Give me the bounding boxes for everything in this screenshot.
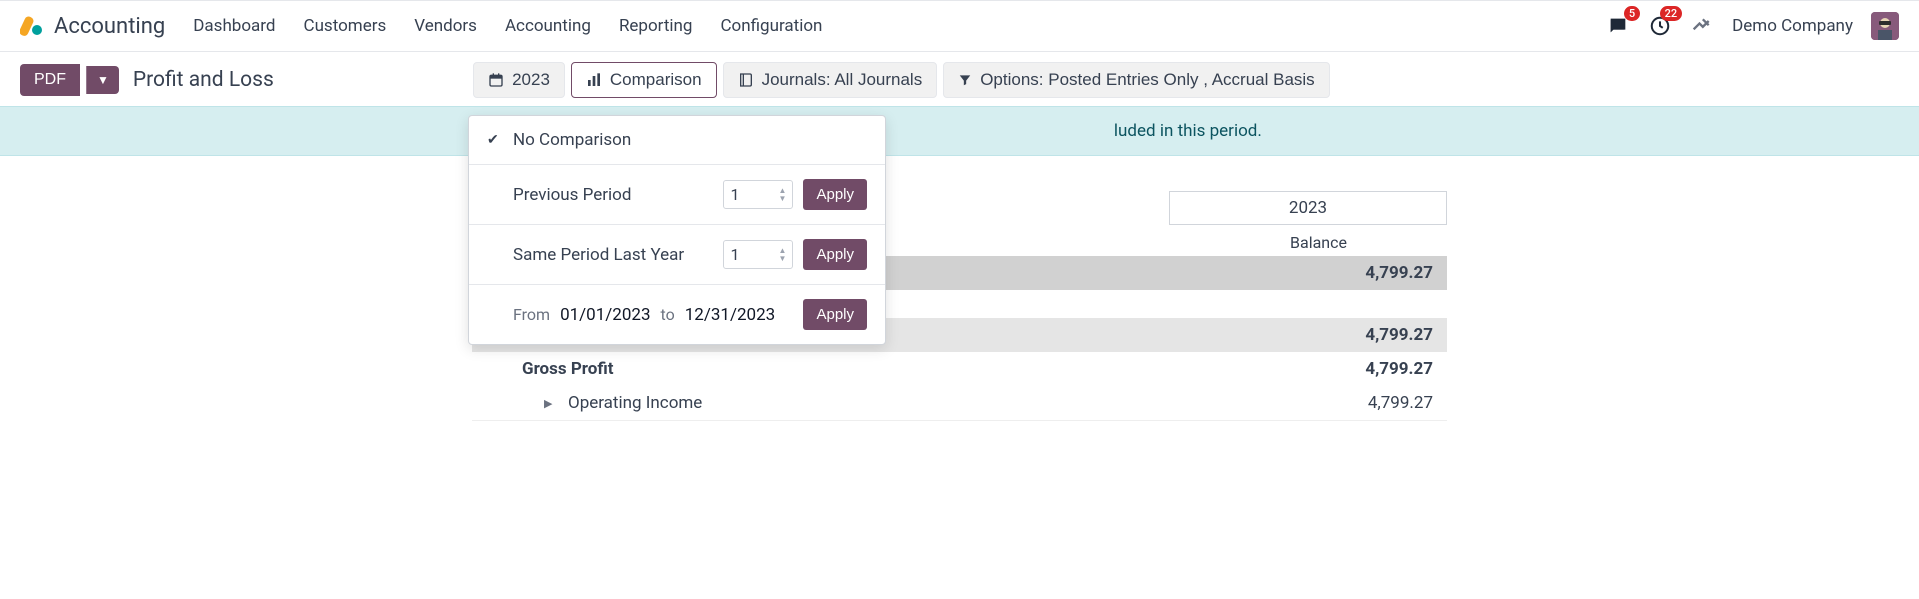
filter-group: 2023 Comparison Journals: All Journals O… [473,62,1330,98]
messages-badge: 5 [1624,6,1640,21]
same-period-input[interactable]: 1 ▲▼ [723,240,793,269]
app-logo-icon [20,14,44,38]
operating-income-label: Operating Income [568,393,702,413]
nav-vendors[interactable]: Vendors [414,16,477,36]
messages-button[interactable]: 5 [1606,14,1630,38]
pdf-caret-button[interactable]: ▼ [86,66,119,94]
check-icon: ✔ [487,132,503,148]
bar-chart-icon [586,72,602,88]
top-nav: Accounting Dashboard Customers Vendors A… [0,0,1919,52]
options-filter-label: Options: Posted Entries Only , Accrual B… [980,70,1314,90]
spinner-icon: ▲▼ [779,247,787,263]
comparison-filter-label: Comparison [610,70,702,90]
from-date-input[interactable]: 01/01/2023 [560,305,650,325]
gross-profit-label: Gross Profit [522,359,614,379]
page-title: Profit and Loss [133,68,274,92]
tools-icon[interactable] [1690,14,1714,38]
year-column-header: 2023 [1169,191,1447,225]
info-banner: padding padding padding padding padding … [0,106,1919,156]
gross-profit-amount: 4,799.27 [1365,359,1433,379]
nav-reporting[interactable]: Reporting [619,16,693,36]
year-filter-label: 2023 [512,70,550,90]
pdf-button[interactable]: PDF [20,64,80,96]
calendar-icon [488,72,504,88]
to-date-input[interactable]: 12/31/2023 [685,305,775,325]
year-filter-button[interactable]: 2023 [473,62,565,98]
company-name[interactable]: Demo Company [1732,16,1853,36]
nav-dashboard[interactable]: Dashboard [193,16,275,36]
activities-badge: 22 [1660,6,1683,21]
spinner-icon: ▲▼ [779,187,787,203]
previous-period-option: Previous Period 1 ▲▼ Apply [469,165,885,225]
caret-right-icon[interactable]: ▶ [544,397,558,410]
comparison-dropdown: ✔ No Comparison Previous Period 1 ▲▼ App… [468,115,886,345]
previous-period-label: Previous Period [513,185,713,205]
from-label: From [513,305,550,324]
journals-filter-button[interactable]: Journals: All Journals [723,62,938,98]
banner-fragment: luded in this period. [1114,121,1262,141]
comparison-filter-button[interactable]: Comparison [571,62,717,98]
nav-configuration[interactable]: Configuration [720,16,822,36]
custom-range-option: From 01/01/2023 to 12/31/2023 Apply [469,285,885,344]
previous-period-input[interactable]: 1 ▲▼ [723,180,793,209]
operating-income-amount: 4,799.27 [1368,393,1433,413]
same-period-option: Same Period Last Year 1 ▲▼ Apply [469,225,885,285]
apply-same-button[interactable]: Apply [803,239,867,270]
user-avatar[interactable] [1871,12,1899,40]
nav-customers[interactable]: Customers [304,16,387,36]
options-filter-button[interactable]: Options: Posted Entries Only , Accrual B… [943,62,1329,98]
book-icon [738,72,754,88]
same-period-label: Same Period Last Year [513,245,713,265]
activities-button[interactable]: 22 [1648,14,1672,38]
to-label: to [661,305,675,324]
no-comparison-label: No Comparison [513,130,867,150]
filter-icon [958,73,972,87]
apply-previous-button[interactable]: Apply [803,179,867,210]
net-profit-amount: 4,799.27 [1365,263,1433,283]
nav-accounting[interactable]: Accounting [505,16,591,36]
app-title: Accounting [54,14,165,39]
apply-range-button[interactable]: Apply [803,299,867,330]
toolbar: PDF ▼ Profit and Loss 2023 Comparison Jo… [0,52,1919,106]
no-comparison-option[interactable]: ✔ No Comparison [469,116,885,165]
journals-filter-label: Journals: All Journals [762,70,923,90]
gross-profit-row: Gross Profit 4,799.27 [472,352,1447,386]
operating-income-row[interactable]: ▶ Operating Income 4,799.27 [472,386,1447,421]
income-amount: 4,799.27 [1365,325,1433,345]
